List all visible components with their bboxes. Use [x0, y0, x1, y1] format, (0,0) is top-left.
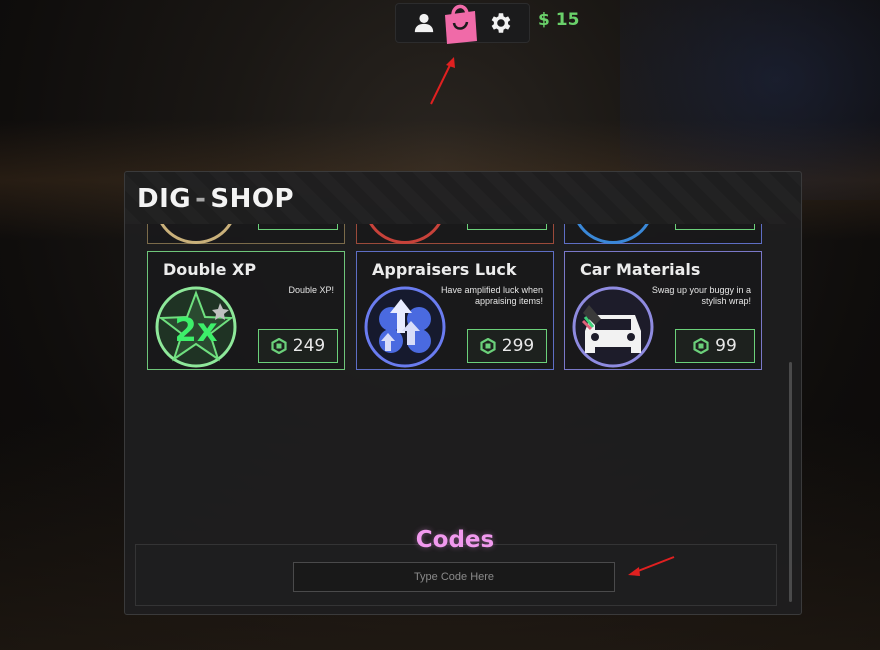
item-icon-partial — [571, 224, 655, 244]
annotation-arrow-code — [628, 556, 675, 576]
shop-window: DIG - SHOP Double XP Double XP! 2x 249 A… — [124, 171, 802, 615]
item-title: Appraisers Luck — [372, 260, 517, 279]
shop-item-card-partial[interactable] — [147, 224, 345, 244]
annotation-arrow-shop — [430, 57, 455, 105]
item-icon-partial — [154, 224, 238, 244]
shop-header: DIG - SHOP — [125, 172, 801, 224]
background-shadow — [620, 0, 880, 200]
item-title: Car Materials — [580, 260, 701, 279]
price-button-partial[interactable] — [258, 224, 338, 230]
shop-title-label: SHOP — [210, 184, 295, 214]
shop-item-card-partial[interactable] — [564, 224, 762, 244]
code-input[interactable] — [293, 562, 615, 592]
price-button[interactable]: 249 — [258, 329, 338, 363]
item-title: Double XP — [163, 260, 257, 279]
car-paint-icon — [572, 286, 654, 368]
price-value: 249 — [292, 336, 326, 356]
shop-items-grid[interactable]: Double XP Double XP! 2x 249 Appraisers L… — [145, 224, 785, 534]
price-button[interactable]: 99 — [675, 329, 755, 363]
robux-icon — [480, 338, 496, 354]
price-button-partial[interactable] — [467, 224, 547, 230]
item-description: Swag up your buggy in a stylish wrap! — [651, 285, 751, 306]
item-description: Double XP! — [288, 285, 334, 295]
top-menu-bar — [395, 0, 530, 46]
shop-title-separator: - — [195, 184, 207, 214]
double-xp-star-icon: 2x — [155, 286, 237, 368]
scrollbar[interactable] — [789, 362, 792, 602]
item-icon-partial — [363, 224, 447, 244]
item-description: Have amplified luck when appraising item… — [440, 285, 543, 306]
price-button[interactable]: 299 — [467, 329, 547, 363]
shop-title-brand: DIG — [137, 184, 192, 214]
price-button-partial[interactable] — [675, 224, 755, 230]
robux-icon — [271, 338, 287, 354]
price-value: 99 — [715, 336, 737, 356]
shop-item-car-materials[interactable]: Car Materials Swag up your buggy in a st… — [564, 251, 762, 370]
gear-icon — [491, 13, 511, 33]
robux-icon — [693, 338, 709, 354]
person-icon — [414, 13, 434, 33]
money-counter: $ 15 — [538, 10, 580, 30]
settings-button[interactable] — [480, 4, 520, 42]
shop-item-card-partial[interactable] — [356, 224, 554, 244]
shop-button[interactable] — [440, 0, 480, 46]
shop-item-double-xp[interactable]: Double XP Double XP! 2x 249 — [147, 251, 345, 370]
shop-item-appraisers-luck[interactable]: Appraisers Luck Have amplified luck when… — [356, 251, 554, 370]
svg-text:2x: 2x — [175, 311, 218, 349]
profile-button[interactable] — [404, 4, 444, 42]
codes-title: Codes — [415, 527, 495, 553]
clover-arrows-icon — [364, 286, 446, 368]
shop-title: DIG - SHOP — [137, 184, 294, 214]
shopping-bag-icon — [445, 4, 477, 44]
price-value: 299 — [501, 336, 535, 356]
